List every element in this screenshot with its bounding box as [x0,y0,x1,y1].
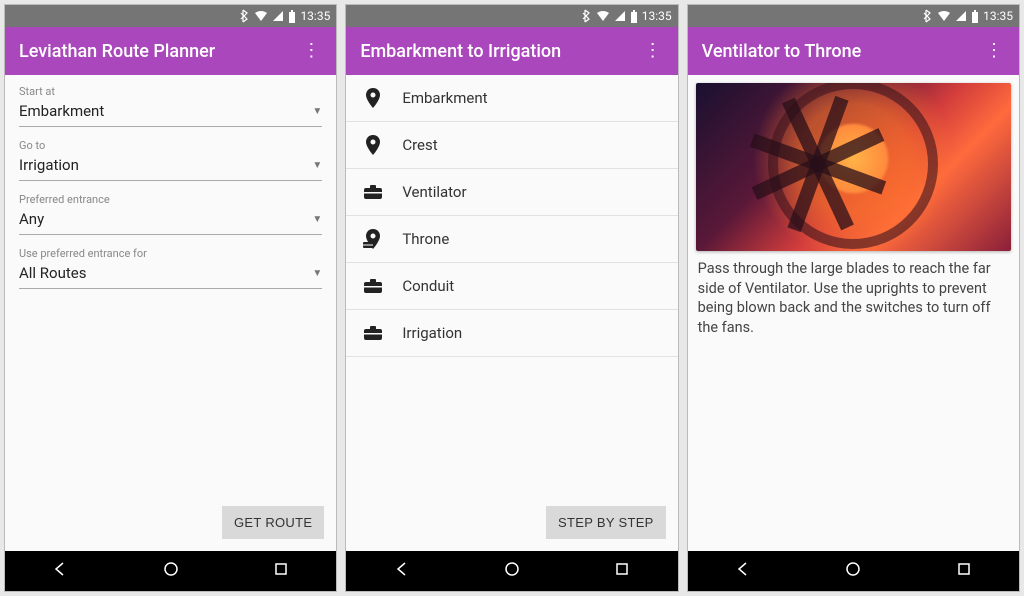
route-step-label: Ventilator [402,183,466,201]
overflow-menu-icon[interactable]: ⋮ [642,42,664,60]
wifi-icon [596,10,610,22]
home-icon[interactable] [844,560,862,582]
briefcase-icon [362,275,384,297]
route-step-label: Embarkment [402,89,487,107]
app-bar: Ventilator to Throne ⋮ [688,27,1019,75]
wifi-icon [937,10,951,22]
wifi-icon [254,10,268,22]
status-bar: 13:35 [688,5,1019,27]
location-pin-icon [362,87,384,109]
home-icon[interactable] [503,560,521,582]
route-step[interactable]: Throne [346,216,677,263]
location-pin-icon [362,134,384,156]
nav-bar [346,551,677,591]
briefcase-icon [362,322,384,344]
field-label: Use preferred entrance for [19,247,322,260]
field-go-to: Go to Irrigation ▼ [19,139,322,181]
app-bar: Leviathan Route Planner ⋮ [5,27,336,75]
phone-screen-route-list: 13:35 Embarkment to Irrigation ⋮ Embarkm… [345,4,678,592]
status-bar: 13:35 [346,5,677,27]
battery-icon [630,10,638,23]
step-description: Pass through the large blades to reach t… [688,259,1019,337]
route-step-label: Conduit [402,277,454,295]
briefcase-icon [362,181,384,203]
battery-icon [288,10,296,23]
bluetooth-icon [240,9,250,23]
route-step[interactable]: Crest [346,122,677,169]
field-value: Any [19,210,44,228]
route-step[interactable]: Irrigation [346,310,677,357]
nav-bar [688,551,1019,591]
signal-icon [272,10,284,22]
go-to-select[interactable]: Irrigation ▼ [19,152,322,181]
route-step[interactable]: Ventilator [346,169,677,216]
status-time: 13:35 [983,9,1013,23]
recents-icon[interactable] [272,560,290,582]
recents-icon[interactable] [955,560,973,582]
field-preferred-entrance: Preferred entrance Any ▼ [19,193,322,235]
pin-box-icon [362,228,384,250]
chevron-down-icon: ▼ [312,268,322,279]
app-bar: Embarkment to Irrigation ⋮ [346,27,677,75]
overflow-menu-icon[interactable]: ⋮ [983,42,1005,60]
status-bar: 13:35 [5,5,336,27]
phone-screen-planner: 13:35 Leviathan Route Planner ⋮ Start at… [4,4,337,592]
field-value: Irrigation [19,156,79,174]
content-area: Embarkment Crest Ventilator Throne Condu… [346,75,677,551]
home-icon[interactable] [162,560,180,582]
route-step-label: Irrigation [402,324,462,342]
bluetooth-icon [923,9,933,23]
use-preferred-for-select[interactable]: All Routes ▼ [19,260,322,289]
route-step-label: Crest [402,136,437,154]
back-icon[interactable] [734,560,752,582]
status-time: 13:35 [642,9,672,23]
preferred-entrance-select[interactable]: Any ▼ [19,206,322,235]
field-use-preferred-for: Use preferred entrance for All Routes ▼ [19,247,322,289]
signal-icon [614,10,626,22]
field-label: Start at [19,85,322,98]
recents-icon[interactable] [613,560,631,582]
content-area: Start at Embarkment ▼ Go to Irrigation ▼… [5,75,336,551]
chevron-down-icon: ▼ [312,160,322,171]
chevron-down-icon: ▼ [312,106,322,117]
nav-bar [5,551,336,591]
signal-icon [955,10,967,22]
route-step-label: Throne [402,230,449,248]
field-value: Embarkment [19,102,104,120]
step-image [696,83,1011,251]
bluetooth-icon [582,9,592,23]
back-icon[interactable] [51,560,69,582]
overflow-menu-icon[interactable]: ⋮ [300,42,322,60]
field-start-at: Start at Embarkment ▼ [19,85,322,127]
page-title: Ventilator to Throne [702,41,983,62]
field-label: Preferred entrance [19,193,322,206]
back-icon[interactable] [393,560,411,582]
battery-icon [971,10,979,23]
page-title: Embarkment to Irrigation [360,41,641,62]
route-step[interactable]: Embarkment [346,75,677,122]
get-route-button[interactable]: GET ROUTE [222,506,324,539]
route-form: Start at Embarkment ▼ Go to Irrigation ▼… [5,75,336,301]
status-time: 13:35 [300,9,330,23]
start-at-select[interactable]: Embarkment ▼ [19,98,322,127]
page-title: Leviathan Route Planner [19,41,300,62]
route-step[interactable]: Conduit [346,263,677,310]
phone-screen-step-detail: 13:35 Ventilator to Throne ⋮ Pass throug… [687,4,1020,592]
content-area: Pass through the large blades to reach t… [688,75,1019,551]
field-label: Go to [19,139,322,152]
field-value: All Routes [19,264,86,282]
step-by-step-button[interactable]: STEP BY STEP [546,506,666,539]
route-list: Embarkment Crest Ventilator Throne Condu… [346,75,677,357]
chevron-down-icon: ▼ [312,214,322,225]
